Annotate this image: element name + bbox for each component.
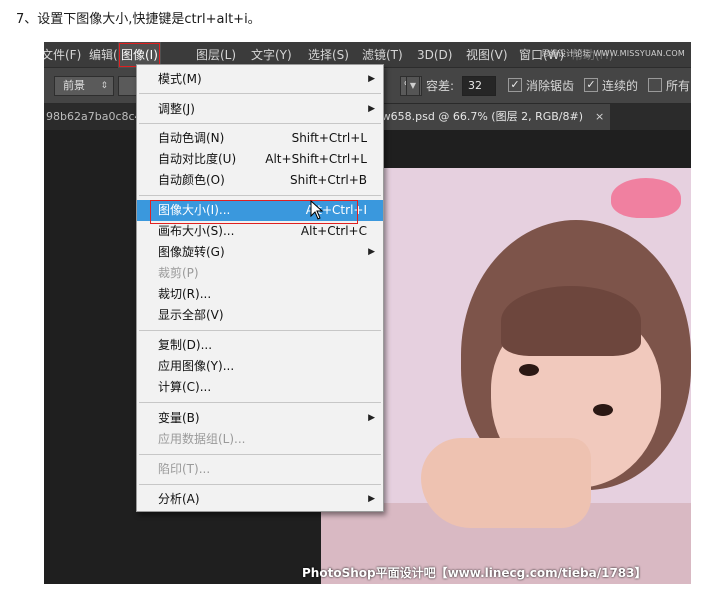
menu-item-label: 自动对比度(U) [158,152,237,166]
close-icon[interactable]: × [595,104,604,130]
tolerance-input[interactable]: 32 [462,76,496,96]
mouse-cursor-icon [310,200,324,220]
menu-item-trap[interactable]: 陷印(T)... [137,459,383,480]
menu-item-label: 自动色调(N) [158,131,225,145]
tab-active-label: fw658.psd @ 66.7% (图层 2, RGB/8#) [378,110,584,123]
shortcut-label: Shift+Ctrl+B [290,173,367,187]
menu-item-label: 复制(D)... [158,338,213,352]
photo-eye-right [593,404,613,416]
site-watermark: 思缘设计论坛 WWW.MISSYUAN.COM [541,49,685,58]
photo-bow [611,178,681,218]
menu-item-label: 分析(A) [158,492,200,506]
menu-item-label: 计算(C)... [158,380,212,394]
menu-item-auto-contrast[interactable]: 自动对比度(U) Alt+Shift+Ctrl+L [137,149,383,170]
chevron-down-icon[interactable]: ▼ [406,76,420,96]
menu-item-label: 应用图像(Y)... [158,359,235,373]
submenu-arrow-icon: ▶ [368,247,375,257]
menu-separator [139,484,381,485]
menu-item-label: 应用数据组(L)... [158,432,246,446]
antialias-label: 消除锯齿 [526,79,575,93]
menu-item-analysis[interactable]: 分析(A) ▶ [137,489,383,510]
menu-item-label: 模式(M) [158,72,202,86]
tab-background-doc[interactable]: 98b62a7ba0c8c4 [46,104,142,130]
shortcut-label: Shift+Ctrl+L [291,131,367,145]
menu-item-reveal-all[interactable]: 显示全部(V) [137,305,383,326]
menu-separator [139,402,381,403]
annotation-highlight-box [150,200,358,224]
submenu-arrow-icon: ▶ [368,413,375,423]
shortcut-label: Alt+Shift+Ctrl+L [265,152,367,166]
preset-select[interactable]: 前景 ⇕ [54,76,114,96]
preset-value: 前景 [63,79,85,92]
menu-item-label: 图像旋转(G) [158,245,225,259]
submenu-arrow-icon: ▶ [368,74,375,84]
menu-view[interactable]: 视图(V) [463,42,511,68]
photo-eye-left [519,364,539,376]
menu-item-duplicate[interactable]: 复制(D)... [137,335,383,356]
contiguous-checkbox[interactable]: ✓ [584,78,598,92]
menu-separator [139,454,381,455]
tolerance-label: 容差: [426,79,455,93]
menu-item-label: 变量(B) [158,411,200,425]
menu-item-trim[interactable]: 裁切(R)... [137,284,383,305]
shortcut-label: Alt+Ctrl+C [300,224,367,238]
menu-item-label: 调整(J) [158,102,195,116]
menu-separator [139,93,381,94]
photo-fringe [501,286,641,356]
menu-item-apply-dataset[interactable]: 应用数据组(L)... [137,429,383,450]
menu-item-label: 裁剪(P) [158,266,199,280]
menu-item-label: 画布大小(S)... [158,224,235,238]
updown-icon: ⇕ [100,81,108,91]
all-layers-checkbox[interactable] [648,78,662,92]
photo-hand [421,438,591,528]
all-layers-label: 所有 [666,79,691,93]
image-menu-dropdown: 模式(M) ▶ 调整(J) ▶ 自动色调(N) Shift+Ctrl+L 自动对… [136,64,384,512]
menu-item-apply-image[interactable]: 应用图像(Y)... [137,356,383,377]
menu-item-label: 裁切(R)... [158,287,212,301]
menu-separator [139,195,381,196]
menu-file[interactable]: 文件(F) [44,42,84,68]
menu-item-mode[interactable]: 模式(M) ▶ [137,69,383,90]
menu-item-label: 显示全部(V) [158,308,224,322]
credit-watermark: PhotoShop平面设计吧【www.linecg.com/tieba/1783… [302,566,647,580]
tab-active-doc[interactable]: fw658.psd @ 66.7% (图层 2, RGB/8#) [378,104,610,130]
menu-item-auto-color[interactable]: 自动颜色(O) Shift+Ctrl+B [137,170,383,191]
menu-separator [139,330,381,331]
menu-item-label: 自动颜色(O) [158,173,225,187]
menu-item-calculations[interactable]: 计算(C)... [137,377,383,398]
contiguous-label: 连续的 [602,79,639,93]
menu-item-auto-tone[interactable]: 自动色调(N) Shift+Ctrl+L [137,128,383,149]
menu-3d[interactable]: 3D(D) [414,42,455,68]
antialias-checkbox[interactable]: ✓ [508,78,522,92]
menu-item-crop[interactable]: 裁剪(P) [137,263,383,284]
step-caption: 7、设置下图像大小,快捷键是ctrl+alt+i。 [16,12,261,27]
menu-item-adjust[interactable]: 调整(J) ▶ [137,99,383,120]
menu-item-label: 陷印(T)... [158,462,211,476]
menu-item-image-rotation[interactable]: 图像旋转(G) ▶ [137,242,383,263]
menu-item-canvas-size[interactable]: 画布大小(S)... Alt+Ctrl+C [137,221,383,242]
menu-item-variables[interactable]: 变量(B) ▶ [137,408,383,429]
menu-separator [139,123,381,124]
submenu-arrow-icon: ▶ [368,494,375,504]
submenu-arrow-icon: ▶ [368,104,375,114]
